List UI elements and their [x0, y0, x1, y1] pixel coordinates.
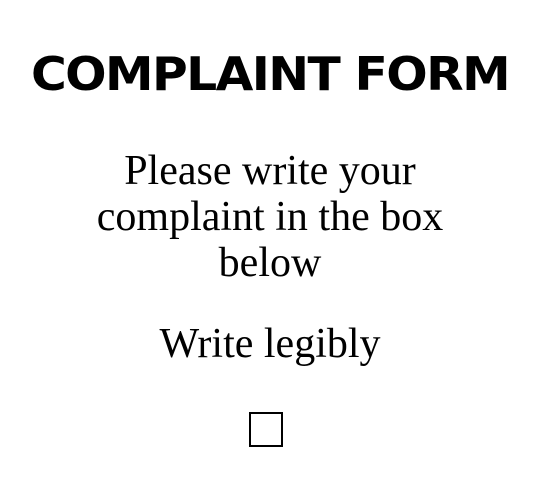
- instruction-text: Please write your complaint in the box b…: [96, 148, 444, 286]
- legibility-note: Write legibly: [159, 321, 381, 367]
- form-title: COMPLAINT FORM: [30, 47, 511, 101]
- complaint-input-box[interactable]: [249, 412, 283, 447]
